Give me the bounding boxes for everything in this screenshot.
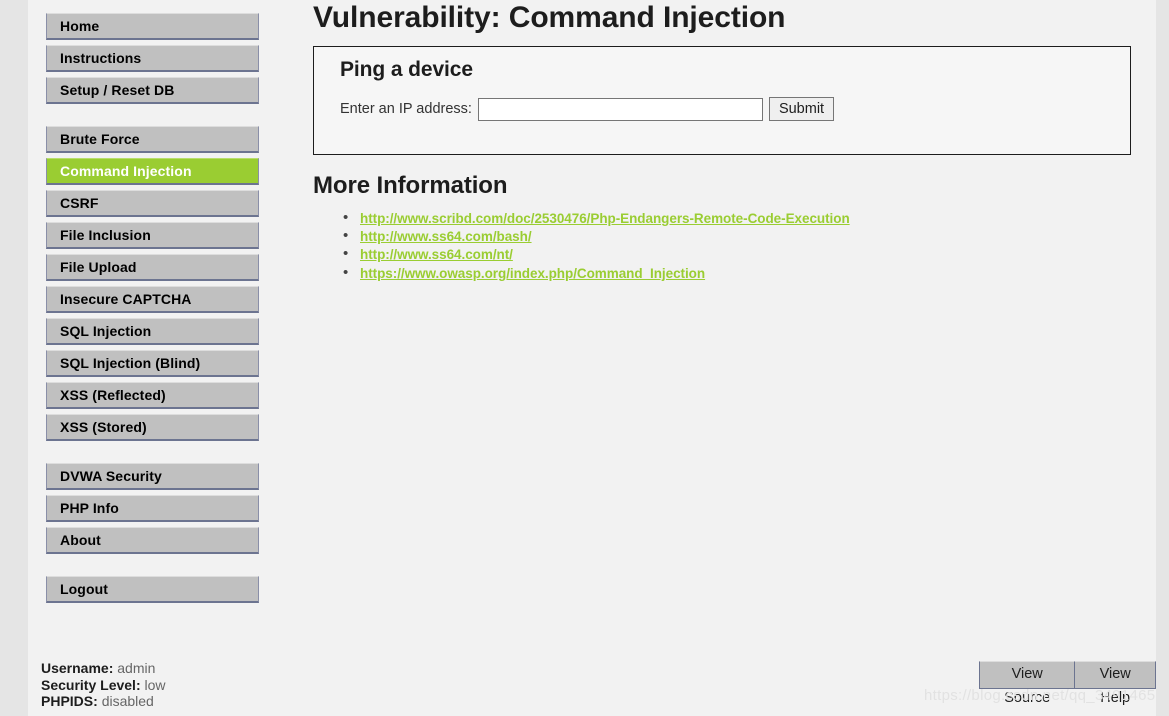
page-title: Vulnerability: Command Injection (313, 1, 786, 34)
sidebar-item-insecure-captcha[interactable]: Insecure CAPTCHA (46, 286, 259, 313)
sidebar-item-php-info[interactable]: PHP Info (46, 495, 259, 522)
sidebar-item-sql-injection-blind[interactable]: SQL Injection (Blind) (46, 350, 259, 377)
list-item: http://www.ss64.com/nt/ (343, 245, 1156, 264)
page-container: Home Instructions Setup / Reset DB Brute… (28, 0, 1156, 716)
list-item: https://www.owasp.org/index.php/Command_… (343, 264, 1156, 283)
status-security-level-row: Security Level: low (41, 677, 166, 694)
sidebar-item-instructions[interactable]: Instructions (46, 45, 259, 72)
sidebar-item-setup-reset-db[interactable]: Setup / Reset DB (46, 77, 259, 104)
sidebar-group-session: Logout (46, 576, 259, 603)
ping-a-device-panel: Ping a device Enter an IP address: Submi… (313, 46, 1131, 155)
status-username-row: Username: admin (41, 660, 166, 677)
sidebar-item-xss-stored[interactable]: XSS (Stored) (46, 414, 259, 441)
status-phpids-label: PHPIDS: (41, 693, 98, 710)
status-username-label: Username: (41, 660, 114, 676)
view-source-button[interactable]: View Source (979, 661, 1076, 706)
link-owasp-command-injection[interactable]: https://www.owasp.org/index.php/Command_… (360, 266, 705, 281)
sidebar-item-csrf[interactable]: CSRF (46, 190, 259, 217)
session-status: Username: admin Security Level: low PHPI… (41, 660, 166, 710)
main-content: Vulnerability: Command Injection Ping a … (313, 0, 1156, 283)
view-help-button[interactable]: View Help (1075, 661, 1156, 706)
view-buttons-group: View Source View Help (979, 661, 1156, 706)
link-ss64-nt[interactable]: http://www.ss64.com/nt/ (360, 247, 513, 262)
panel-heading: Ping a device (340, 58, 473, 81)
left-gutter (0, 0, 28, 716)
right-gutter (1156, 0, 1169, 716)
link-ss64-bash[interactable]: http://www.ss64.com/bash/ (360, 229, 532, 244)
sidebar-item-dvwa-security[interactable]: DVWA Security (46, 463, 259, 490)
sidebar-item-file-upload[interactable]: File Upload (46, 254, 259, 281)
status-phpids-row: PHPIDS: disabled (41, 693, 166, 710)
sidebar-item-about[interactable]: About (46, 527, 259, 554)
list-item: http://www.ss64.com/bash/ (343, 227, 1156, 246)
more-information-heading: More Information (313, 172, 508, 199)
list-item: http://www.scribd.com/doc/2530476/Php-En… (343, 209, 1156, 228)
status-phpids-value: disabled (101, 693, 154, 710)
status-security-level-value: low (144, 676, 166, 693)
sidebar-item-home[interactable]: Home (46, 13, 259, 40)
more-information-links: http://www.scribd.com/doc/2530476/Php-En… (313, 209, 1156, 283)
status-username-value: admin (117, 660, 156, 676)
ping-form: Enter an IP address: Submit (340, 97, 1130, 121)
sidebar-item-file-inclusion[interactable]: File Inclusion (46, 222, 259, 249)
sidebar-item-logout[interactable]: Logout (46, 576, 259, 603)
submit-button[interactable]: Submit (768, 97, 835, 121)
sidebar: Home Instructions Setup / Reset DB Brute… (46, 13, 259, 625)
sidebar-item-command-injection[interactable]: Command Injection (46, 158, 259, 185)
ip-address-input[interactable] (477, 97, 763, 121)
sidebar-item-brute-force[interactable]: Brute Force (46, 126, 259, 153)
link-scribd-php-endangers[interactable]: http://www.scribd.com/doc/2530476/Php-En… (360, 211, 850, 226)
sidebar-group-meta: DVWA Security PHP Info About (46, 463, 259, 554)
status-security-level-label: Security Level: (41, 676, 141, 693)
ip-address-label: Enter an IP address: (340, 101, 472, 117)
sidebar-group-vulnerabilities: Brute Force Command Injection CSRF File … (46, 126, 259, 441)
sidebar-item-sql-injection[interactable]: SQL Injection (46, 318, 259, 345)
sidebar-item-xss-reflected[interactable]: XSS (Reflected) (46, 382, 259, 409)
sidebar-group-primary: Home Instructions Setup / Reset DB (46, 13, 259, 104)
